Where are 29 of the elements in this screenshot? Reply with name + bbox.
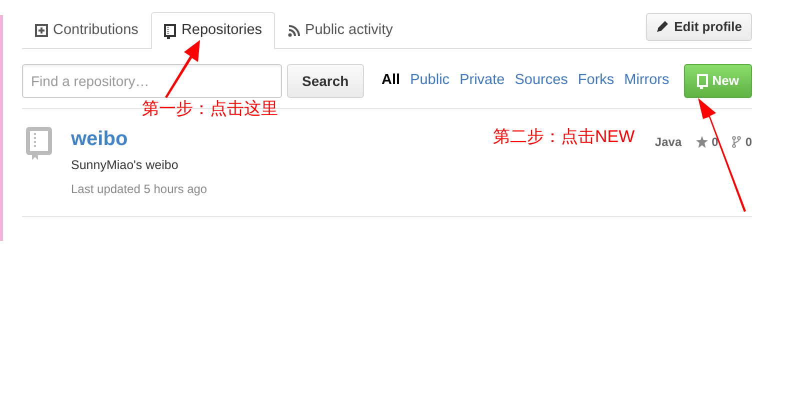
tab[interactable]: Repositories: [151, 12, 276, 49]
filter-link[interactable]: Forks: [578, 70, 614, 92]
repo-name-link[interactable]: weibo: [71, 128, 128, 150]
edit-profile-button[interactable]: Edit profile: [646, 13, 752, 40]
star-icon: [696, 136, 708, 148]
book-icon: [164, 24, 176, 38]
rss-icon: [288, 24, 300, 36]
repo-description: SunnyMiao's weibo: [71, 157, 180, 174]
language-label: Java: [654, 134, 682, 151]
search-button[interactable]: Search: [287, 64, 364, 98]
search-field[interactable]: Find a repository…: [22, 64, 282, 98]
book-icon: [697, 74, 708, 88]
filter-link[interactable]: All: [382, 70, 400, 92]
filter-link[interactable]: Sources: [514, 70, 568, 92]
plus-icon: [35, 24, 48, 37]
filter-link[interactable]: Private: [460, 70, 505, 92]
tab[interactable]: Contributions: [22, 12, 152, 48]
annotation-text: 第一步：点击这里: [142, 98, 278, 120]
star-count: 0: [696, 133, 718, 151]
fork-icon: [732, 136, 742, 148]
annotation-text: 第二步：点击NEW: [493, 126, 635, 148]
last-updated-text: Last updated 5 hours ago: [71, 180, 208, 198]
repo-book-icon: [26, 127, 52, 161]
fork-count: 0: [732, 133, 752, 151]
filter-link[interactable]: Mirrors: [624, 70, 670, 92]
tab[interactable]: Public activity: [275, 12, 406, 48]
filter-link[interactable]: Public: [410, 70, 450, 92]
pencil-icon: [656, 20, 670, 34]
annotation-arrow: [165, 40, 200, 98]
